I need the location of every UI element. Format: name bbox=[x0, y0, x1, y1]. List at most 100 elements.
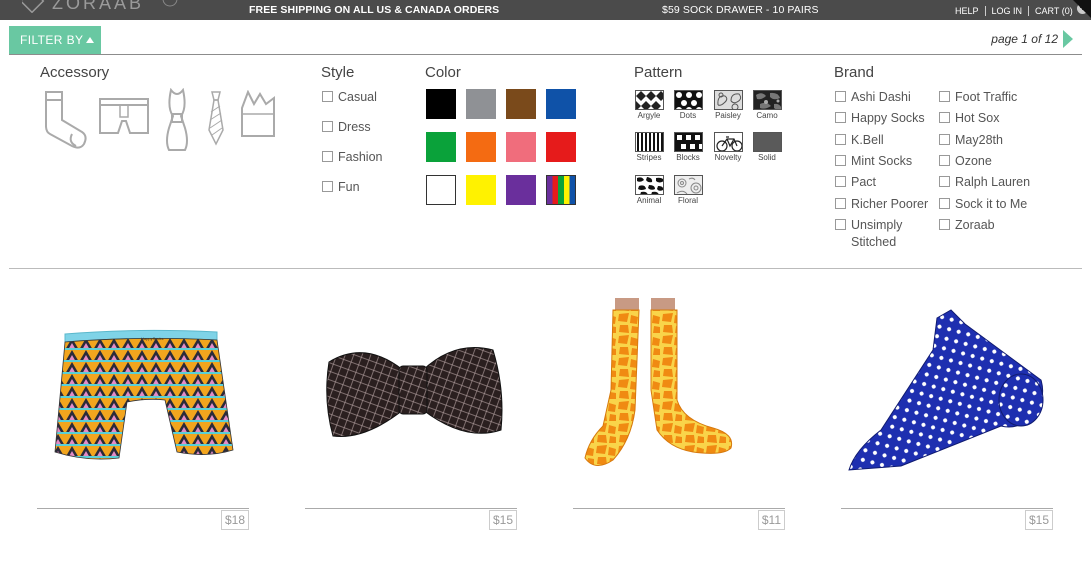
brand-option-zoraab[interactable]: Zoraab bbox=[939, 217, 1039, 234]
color-swatch-white[interactable] bbox=[426, 175, 456, 205]
style-option-fun[interactable]: Fun bbox=[322, 179, 360, 196]
checkbox[interactable] bbox=[322, 181, 333, 192]
brand-option-k-bell[interactable]: K.Bell bbox=[835, 132, 935, 149]
color-swatch-multi[interactable] bbox=[546, 175, 576, 205]
solid-swatch-icon bbox=[752, 132, 782, 152]
pattern-label: Argyle bbox=[637, 111, 661, 120]
checkbox[interactable] bbox=[835, 112, 846, 124]
checkbox[interactable] bbox=[939, 197, 950, 209]
color-swatch-orange[interactable] bbox=[466, 132, 496, 162]
promo-sock-drawer[interactable]: $59 SOCK DRAWER - 10 PAIRS bbox=[662, 4, 819, 16]
brand-option-ralph-lauren[interactable]: Ralph Lauren bbox=[939, 174, 1039, 191]
pattern-paisley[interactable]: Paisley bbox=[708, 90, 748, 120]
product-card-bow-tie[interactable]: $15 bbox=[305, 290, 520, 540]
checkbox[interactable] bbox=[835, 91, 846, 102]
product-price: $18 bbox=[220, 510, 249, 530]
checkbox[interactable] bbox=[835, 218, 846, 230]
checkbox[interactable] bbox=[322, 91, 333, 102]
tie-icon[interactable] bbox=[205, 90, 227, 146]
brand-label: Sock it to Me bbox=[955, 196, 1028, 211]
checkbox[interactable] bbox=[835, 176, 846, 188]
brand-label: Happy Socks bbox=[851, 111, 925, 126]
polka-dot-tie-image[interactable] bbox=[841, 290, 1056, 490]
animal-swatch-icon bbox=[634, 175, 664, 195]
brand-label: Mint Socks bbox=[851, 153, 913, 168]
color-swatch-brown[interactable] bbox=[506, 89, 536, 119]
color-swatch-black[interactable] bbox=[426, 89, 456, 119]
dots-swatch-icon bbox=[673, 90, 703, 110]
product-divider bbox=[305, 508, 517, 509]
color-swatch-purple[interactable] bbox=[506, 175, 536, 205]
checkbox[interactable] bbox=[939, 91, 950, 102]
brand-option-mint-socks[interactable]: Mint Socks bbox=[835, 153, 935, 170]
pattern-label: Paisley bbox=[715, 111, 741, 120]
pocket-square-icon[interactable] bbox=[240, 90, 276, 140]
pattern-label: Stripes bbox=[636, 153, 662, 162]
checkbox[interactable] bbox=[322, 121, 333, 132]
brand-option-foot-traffic[interactable]: Foot Traffic bbox=[939, 89, 1039, 106]
filter-by-button[interactable]: FILTER BY bbox=[9, 26, 101, 55]
checkbox[interactable] bbox=[835, 154, 846, 166]
brand-option-hot-sox[interactable]: Hot Sox bbox=[939, 110, 1039, 127]
product-divider bbox=[37, 508, 249, 509]
checkbox[interactable] bbox=[939, 176, 950, 188]
pattern-animal[interactable]: Animal bbox=[629, 175, 669, 205]
product-price: $15 bbox=[1024, 510, 1053, 530]
pattern-novelty[interactable]: Novelty bbox=[708, 132, 748, 162]
brand-option-sock-it-to-me[interactable]: Sock it to Me bbox=[939, 196, 1039, 213]
style-option-dress[interactable]: Dress bbox=[322, 119, 371, 136]
checkbox[interactable] bbox=[835, 197, 846, 209]
brand-option-richer-poorer[interactable]: Richer Poorer bbox=[835, 196, 935, 213]
brand-option-pact[interactable]: Pact bbox=[835, 174, 935, 191]
pattern-dots[interactable]: Dots bbox=[668, 90, 708, 120]
pattern-floral[interactable]: Floral bbox=[668, 175, 708, 205]
product-card-giraffe-socks[interactable]: $11 bbox=[573, 290, 788, 540]
brand-option-may28th[interactable]: May28th bbox=[939, 132, 1039, 149]
brand-option-unsimply-stitched[interactable]: Unsimply Stitched bbox=[835, 217, 935, 251]
pattern-solid[interactable]: Solid bbox=[747, 132, 787, 162]
giraffe-socks-image[interactable] bbox=[573, 290, 788, 490]
checkbox[interactable] bbox=[322, 151, 333, 162]
promo-free-shipping[interactable]: FREE SHIPPING ON ALL US & CANADA ORDERS bbox=[249, 4, 499, 16]
brand-logo[interactable]: ZORAAB bbox=[22, 0, 182, 13]
pattern-label: Solid bbox=[758, 153, 776, 162]
accessory-heading: Accessory bbox=[40, 64, 110, 81]
caret-up-icon bbox=[86, 37, 95, 43]
brand-option-happy-socks[interactable]: Happy Socks bbox=[835, 110, 935, 127]
brand-label: Unsimply Stitched bbox=[851, 217, 903, 249]
color-swatch-yellow[interactable] bbox=[466, 175, 496, 205]
product-price: $15 bbox=[488, 510, 517, 530]
color-swatch-red[interactable] bbox=[546, 132, 576, 162]
next-page-arrow-icon[interactable] bbox=[1063, 30, 1073, 48]
checkbox[interactable] bbox=[835, 133, 846, 145]
brand-option-ashi-dashi[interactable]: Ashi Dashi bbox=[835, 89, 935, 106]
brand-option-ozone[interactable]: Ozone bbox=[939, 153, 1039, 170]
product-card-polka-dot-tie[interactable]: $15 bbox=[841, 290, 1056, 540]
pattern-stripes[interactable]: Stripes bbox=[629, 132, 669, 162]
login-link[interactable]: LOG IN bbox=[984, 6, 1029, 16]
argyle-swatch-icon bbox=[634, 90, 664, 110]
pattern-label: Camo bbox=[756, 111, 778, 120]
floral-swatch-icon bbox=[673, 175, 703, 195]
color-swatch-green[interactable] bbox=[426, 132, 456, 162]
checkbox[interactable] bbox=[939, 154, 950, 166]
pattern-camo[interactable]: Camo bbox=[747, 90, 787, 120]
pattern-blocks[interactable]: Blocks bbox=[668, 132, 708, 162]
help-link[interactable]: HELP bbox=[955, 6, 985, 16]
underwear-icon[interactable] bbox=[98, 97, 150, 137]
pattern-argyle[interactable]: Argyle bbox=[629, 90, 669, 120]
style-option-casual[interactable]: Casual bbox=[322, 89, 377, 106]
checkbox[interactable] bbox=[939, 133, 950, 145]
checkbox[interactable] bbox=[939, 112, 950, 124]
bow-tie-icon[interactable] bbox=[163, 88, 191, 152]
color-swatch-pink[interactable] bbox=[506, 132, 536, 162]
checkbox[interactable] bbox=[939, 218, 950, 230]
sock-icon[interactable] bbox=[42, 90, 90, 150]
color-swatch-blue[interactable] bbox=[546, 89, 576, 119]
bow-tie-image[interactable] bbox=[305, 290, 520, 490]
boxer-brief-image[interactable]: HappySocks bbox=[37, 290, 252, 490]
style-option-fashion[interactable]: Fashion bbox=[322, 149, 382, 166]
color-swatch-gray[interactable] bbox=[466, 89, 496, 119]
product-card-boxer-brief[interactable]: HappySocks $18 bbox=[37, 290, 252, 540]
bicycle-swatch-icon bbox=[713, 132, 743, 152]
